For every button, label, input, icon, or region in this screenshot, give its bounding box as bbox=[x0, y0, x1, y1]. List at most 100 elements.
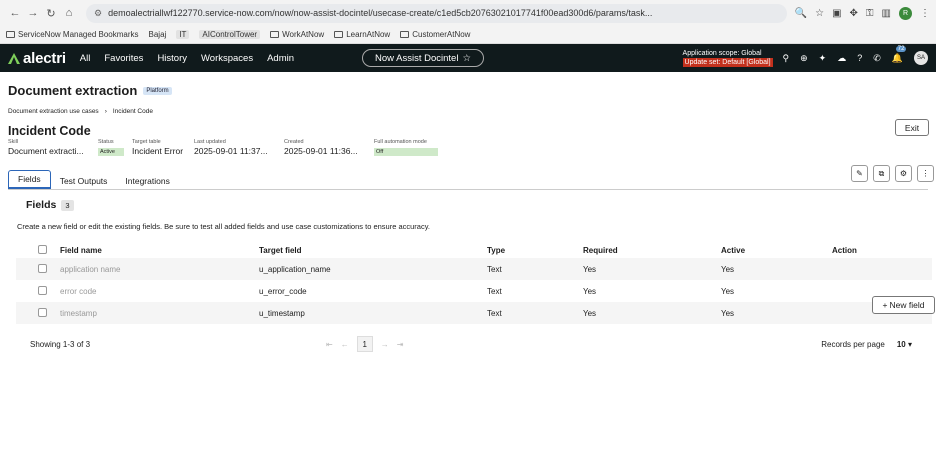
search-icon[interactable]: ⚲ bbox=[783, 53, 790, 64]
automation-mode-badge: Off bbox=[374, 148, 438, 156]
active-cell: Yes bbox=[721, 302, 832, 324]
record-title: Incident Code bbox=[8, 124, 91, 138]
col-target-field[interactable]: Target field bbox=[259, 243, 487, 258]
col-required[interactable]: Required bbox=[583, 243, 721, 258]
bookmark-aicontroltower[interactable]: AIControlTower bbox=[199, 30, 261, 39]
platform-badge: Platform bbox=[143, 86, 172, 95]
bookmark-star-icon[interactable]: ☆ bbox=[815, 8, 824, 19]
type-cell: Text bbox=[487, 280, 583, 302]
table-row[interactable]: application name u_application_name Text… bbox=[16, 258, 932, 280]
fields-count: 3 bbox=[61, 199, 74, 211]
breadcrumb-usecases[interactable]: Document extraction use cases bbox=[8, 108, 99, 115]
next-page-icon[interactable]: → bbox=[381, 340, 389, 349]
status-label: Status bbox=[98, 139, 114, 145]
extension-icon[interactable]: ▣ bbox=[832, 8, 841, 19]
chevron-right-icon: › bbox=[104, 108, 107, 115]
nav-favorites[interactable]: Favorites bbox=[104, 53, 143, 64]
reload-icon[interactable]: ↻ bbox=[42, 7, 60, 20]
zoom-icon[interactable]: 🔍 bbox=[795, 8, 807, 19]
nav-all[interactable]: All bbox=[80, 53, 91, 64]
edit-icon[interactable]: ✎ bbox=[851, 165, 868, 182]
main-content: Document extraction Platform Document ex… bbox=[0, 83, 936, 352]
bookmark-customeratnow[interactable]: CustomerAtNow bbox=[400, 30, 470, 39]
required-cell: Yes bbox=[583, 302, 721, 324]
field-name-cell[interactable]: application name bbox=[60, 258, 259, 280]
tab-integrations[interactable]: Integrations bbox=[116, 173, 178, 189]
target-table-value: Incident Error bbox=[132, 146, 184, 156]
table-row[interactable]: error code u_error_code Text Yes Yes bbox=[16, 280, 932, 302]
bookmark-it[interactable]: IT bbox=[176, 30, 190, 39]
records-per-page-label: Records per page bbox=[821, 339, 885, 349]
required-cell: Yes bbox=[583, 258, 721, 280]
col-active[interactable]: Active bbox=[721, 243, 832, 258]
star-icon[interactable]: ☆ bbox=[462, 53, 471, 64]
bookmark-managed[interactable]: ServiceNow Managed Bookmarks bbox=[6, 30, 139, 39]
forward-icon[interactable]: → bbox=[24, 7, 42, 19]
type-cell: Text bbox=[487, 302, 583, 324]
target-field-cell: u_application_name bbox=[259, 258, 487, 280]
breadcrumb-current: Incident Code bbox=[112, 108, 153, 115]
skill-value: Document extracti... bbox=[8, 146, 84, 156]
app-scope[interactable]: Application scope: Global Update set: De… bbox=[682, 49, 773, 67]
puzzle-icon[interactable]: ✥ bbox=[850, 8, 858, 19]
last-page-icon[interactable]: ⇥ bbox=[397, 340, 404, 349]
row-checkbox[interactable] bbox=[38, 307, 47, 317]
back-icon[interactable]: ← bbox=[6, 7, 24, 19]
new-field-button[interactable]: + New field bbox=[872, 296, 935, 314]
bookmark-bajaj[interactable]: Bajaj bbox=[149, 30, 167, 39]
user-avatar[interactable]: SA bbox=[914, 51, 928, 65]
bookmarks-bar: ServiceNow Managed Bookmarks Bajaj IT AI… bbox=[0, 26, 936, 44]
workspace-pill[interactable]: Now Assist Docintel ☆ bbox=[362, 49, 484, 67]
active-cell: Yes bbox=[721, 280, 832, 302]
logo[interactable]: alectri bbox=[8, 50, 66, 67]
fields-table: Field name Target field Type Required Ac… bbox=[16, 243, 932, 324]
row-checkbox[interactable] bbox=[38, 285, 47, 295]
url-text: demoalectriallwf122770.service-now.com/n… bbox=[108, 8, 653, 18]
row-checkbox[interactable] bbox=[38, 263, 47, 273]
tab-test-outputs[interactable]: Test Outputs bbox=[51, 173, 117, 189]
col-action: Action bbox=[832, 246, 857, 255]
field-name-cell[interactable]: timestamp bbox=[60, 302, 259, 324]
globe-icon[interactable]: ⊕ bbox=[800, 53, 808, 64]
notification-count: 72 bbox=[895, 45, 907, 52]
key-icon[interactable]: ⚿ bbox=[866, 8, 874, 19]
col-type[interactable]: Type bbox=[487, 243, 583, 258]
records-per-page-select[interactable]: 10 ▾ bbox=[897, 340, 912, 349]
copy-icon[interactable]: ⧉ bbox=[873, 165, 890, 182]
select-all-checkbox[interactable] bbox=[38, 245, 47, 254]
tab-fields[interactable]: Fields bbox=[8, 170, 51, 189]
chevron-down-icon: ▾ bbox=[907, 339, 912, 349]
sidebar-icon[interactable]: ▥ bbox=[882, 8, 891, 19]
page-1-button[interactable]: 1 bbox=[356, 336, 373, 352]
chat-icon[interactable]: ☁ bbox=[837, 53, 846, 64]
settings-icon[interactable]: ⚙ bbox=[895, 165, 912, 182]
nav-workspaces[interactable]: Workspaces bbox=[201, 53, 253, 64]
nav-history[interactable]: History bbox=[157, 53, 187, 64]
notifications-icon[interactable]: 🔔 72 bbox=[892, 45, 907, 64]
col-field-name[interactable]: Field name bbox=[60, 243, 259, 258]
first-page-icon[interactable]: ⇤ bbox=[326, 340, 333, 349]
field-name-cell[interactable]: error code bbox=[60, 280, 259, 302]
phone-icon[interactable]: ✆ bbox=[873, 53, 881, 64]
fields-heading: Fields bbox=[26, 199, 57, 211]
prev-page-icon[interactable]: ← bbox=[341, 340, 349, 349]
more-icon[interactable]: ⋮ bbox=[917, 165, 934, 182]
exit-button[interactable]: Exit bbox=[895, 119, 929, 136]
table-row[interactable]: timestamp u_timestamp Text Yes Yes bbox=[16, 302, 932, 324]
plus-icon: + bbox=[882, 300, 888, 310]
workspace-pill-label: Now Assist Docintel bbox=[375, 52, 459, 64]
profile-avatar[interactable]: R bbox=[899, 6, 912, 20]
help-icon[interactable]: ? bbox=[857, 53, 862, 63]
home-icon[interactable]: ⌂ bbox=[60, 7, 78, 19]
new-field-label: New field bbox=[889, 300, 925, 310]
bookmark-learnatnow[interactable]: LearnAtNow bbox=[334, 30, 390, 39]
nav-admin[interactable]: Admin bbox=[267, 53, 294, 64]
menu-icon[interactable]: ⋮ bbox=[920, 8, 930, 19]
records-per-page-value: 10 bbox=[896, 339, 906, 349]
bookmark-workatnow[interactable]: WorkAtNow bbox=[270, 30, 324, 39]
table-header-row: Field name Target field Type Required Ac… bbox=[16, 243, 932, 258]
site-info-icon[interactable]: ⚙ bbox=[94, 8, 102, 19]
folder-icon bbox=[6, 31, 15, 38]
address-bar[interactable]: ⚙ demoalectriallwf122770.service-now.com… bbox=[86, 3, 787, 23]
sparkle-icon[interactable]: ✦ bbox=[819, 53, 827, 64]
